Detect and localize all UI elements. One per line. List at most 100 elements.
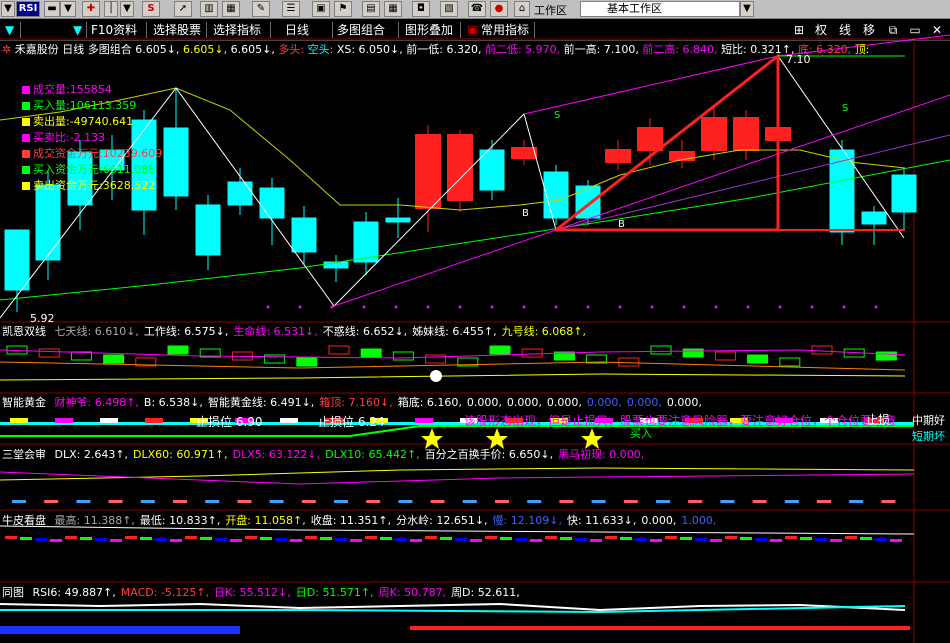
legend-item: 成交资金万元:10239.609 xyxy=(22,146,162,162)
panel5-bar xyxy=(350,539,362,542)
panel3-title: 智能黄金 xyxy=(2,396,46,409)
panel4-bar xyxy=(527,500,542,503)
candle-body xyxy=(415,134,441,209)
panel5-bar xyxy=(650,539,662,542)
panel5-value: 分水岭: 12.651↓, xyxy=(396,514,488,527)
panel5-bar xyxy=(305,536,317,539)
panel2-bar xyxy=(167,345,189,355)
panel3-value: 财神爷: 6.498↑, xyxy=(54,396,139,409)
legend-swatch xyxy=(22,150,30,158)
panel5-bar xyxy=(35,538,47,541)
panel5-bar xyxy=(125,536,137,539)
legend-swatch xyxy=(22,182,30,190)
candle-body xyxy=(227,181,253,206)
panel4-bar xyxy=(462,500,477,503)
panel4-bar xyxy=(656,500,670,503)
panel5-bar xyxy=(875,538,887,541)
candle-body xyxy=(447,134,473,201)
panel5-bar xyxy=(755,538,767,541)
legend-label: 成交资金万元:10239.609 xyxy=(33,147,163,160)
panel5-bar xyxy=(575,538,587,541)
b-signal-label: B xyxy=(522,208,529,219)
legend-label: 买入资金万元:6611.086 xyxy=(33,163,156,176)
panel4-bar xyxy=(623,500,638,503)
panel2-title: 凯恩双线 xyxy=(2,325,46,338)
panel4-bar xyxy=(44,500,59,503)
candle-body xyxy=(35,184,61,261)
panel6-value: 日K: 55.512↓, xyxy=(214,586,291,599)
candle-body xyxy=(701,117,727,151)
panel5-bar xyxy=(635,538,647,541)
panel5-bar xyxy=(425,536,437,539)
candle-body xyxy=(385,217,411,223)
legend-label: 卖出量:-49740.641 xyxy=(33,115,134,128)
candle-body xyxy=(733,117,759,151)
panel4-bar xyxy=(140,500,155,503)
panel5-bar xyxy=(80,537,92,540)
panel4-line-magenta xyxy=(0,471,915,485)
panel5-bar xyxy=(200,537,212,540)
panel2-bar xyxy=(521,348,543,358)
panel2-bar xyxy=(714,351,736,361)
panel4-bar xyxy=(173,500,187,503)
panel2-bar xyxy=(392,351,414,361)
s-signal-label: S xyxy=(554,110,561,121)
panel3-value: 0.000, xyxy=(546,396,582,409)
signal-dot xyxy=(490,305,494,309)
panel3-bar xyxy=(145,418,163,423)
candle-body xyxy=(861,211,887,225)
panel5-bar xyxy=(170,539,182,542)
panel4-bar xyxy=(688,500,703,503)
candle-body xyxy=(637,127,663,151)
panel4-bar xyxy=(334,500,348,503)
panel6-title: 同图 xyxy=(2,586,24,599)
panel5-bar xyxy=(380,537,392,540)
legend-item: 卖出资金万元:3628.522 xyxy=(22,178,162,194)
panel2-bar xyxy=(328,345,350,355)
panel5-bar xyxy=(665,536,677,539)
signal-dot xyxy=(714,305,718,309)
signal-dot xyxy=(522,305,526,309)
panel5-bar xyxy=(5,536,17,539)
panel4-bar xyxy=(591,500,606,503)
panel4-value: 黑马初现: 0.000, xyxy=(558,448,645,461)
panel2-header: 凯恩双线 七天线: 6.610↓, 工作线: 6.575↓, 生命线: 6.531↓… xyxy=(2,323,586,339)
panel4-bar xyxy=(720,500,735,503)
panel5-value: 0.000, xyxy=(641,514,677,527)
panel2-value: 工作线: 6.575↓, xyxy=(143,325,229,338)
panel2-value: 生命线: 6.531↓, xyxy=(233,325,318,338)
panel2-value: 姊妹线: 6.455↑, xyxy=(412,325,497,338)
legend-swatch xyxy=(22,166,30,174)
panel5-bar xyxy=(185,536,197,539)
candle-body xyxy=(259,187,285,219)
signal-dot xyxy=(586,305,590,309)
panel3-value: 0.000, xyxy=(466,396,502,409)
panel5-bar xyxy=(710,539,722,542)
panel5-value: 快: 11.633↓, xyxy=(566,514,637,527)
panel2-value: 九号线: 6.068↑, xyxy=(501,325,587,338)
panel2-bar xyxy=(296,357,318,367)
panel2-bar xyxy=(747,354,769,364)
panel5-title: 牛皮看盘 xyxy=(2,514,46,527)
panel5-bar xyxy=(395,538,407,541)
panel6-bar-red xyxy=(410,626,910,630)
panel4-value: DLX5: 63.122↓, xyxy=(232,448,321,461)
panel4-bar xyxy=(366,500,381,503)
panel2-bar xyxy=(425,354,447,364)
signal-dot xyxy=(810,305,814,309)
legend-swatch xyxy=(22,86,30,94)
panel5-bar xyxy=(620,537,632,540)
panel5-bar xyxy=(215,538,227,541)
volume-legend: 成交量:155854 买入量:106113.359 卖出量:-49740.641 买卖… xyxy=(22,82,162,194)
signal-dot xyxy=(362,305,366,309)
panel5-bar xyxy=(410,539,422,542)
legend-swatch xyxy=(22,118,30,126)
panel2-bar xyxy=(779,357,801,367)
panel2-bar xyxy=(38,348,60,358)
panel4-bar xyxy=(430,500,445,503)
panel5-bar xyxy=(830,539,842,542)
trend-line-magenta-2 xyxy=(523,34,950,115)
panel5-bar xyxy=(110,539,122,542)
panel4-bar xyxy=(817,500,831,503)
panel5-bar xyxy=(140,537,152,540)
